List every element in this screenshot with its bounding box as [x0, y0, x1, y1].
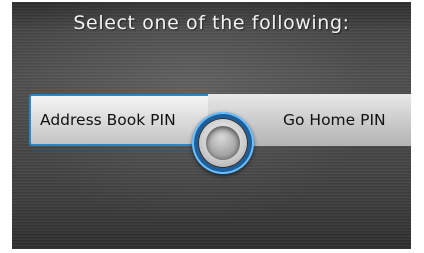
address-book-pin-label: Address Book PIN — [40, 111, 176, 129]
interface-knob-icon — [192, 112, 254, 174]
go-home-pin-label: Go Home PIN — [283, 111, 386, 129]
nav-screen: Select one of the following: Address Boo… — [12, 2, 411, 249]
selection-prompt: Select one of the following: — [73, 12, 350, 34]
knob-center — [206, 126, 240, 160]
